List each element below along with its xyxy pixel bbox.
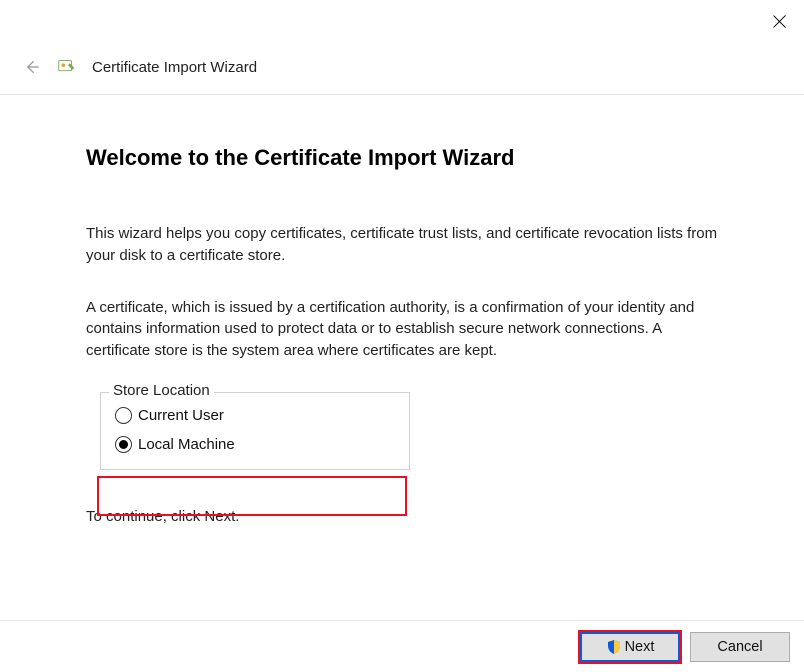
wizard-title: Certificate Import Wizard (92, 59, 257, 76)
shield-icon (606, 639, 622, 655)
next-button-label: Next (625, 639, 655, 655)
radio-current-user[interactable]: Current User (115, 401, 395, 430)
radio-label: Current User (138, 407, 224, 424)
continue-text: To continue, click Next. (86, 508, 718, 525)
back-arrow-icon[interactable] (22, 57, 42, 77)
radio-label: Local Machine (138, 436, 235, 453)
welcome-heading: Welcome to the Certificate Import Wizard (86, 145, 718, 171)
radio-icon (115, 436, 132, 453)
intro-paragraph-2: A certificate, which is issued by a cert… (86, 297, 718, 362)
intro-paragraph-1: This wizard helps you copy certificates,… (86, 223, 718, 267)
radio-local-machine[interactable]: Local Machine (115, 430, 395, 459)
wizard-header: Certificate Import Wizard (0, 44, 804, 95)
cancel-button-label: Cancel (717, 639, 762, 655)
wizard-content: Welcome to the Certificate Import Wizard… (0, 95, 804, 525)
cancel-button[interactable]: Cancel (690, 632, 790, 662)
wizard-footer: Next Cancel (0, 620, 804, 672)
store-location-fieldset: Store Location Current User Local Machin… (100, 392, 410, 470)
titlebar (0, 0, 804, 44)
close-icon[interactable] (770, 12, 790, 32)
certificate-icon (56, 56, 78, 78)
store-location-legend: Store Location (109, 382, 214, 399)
radio-icon (115, 407, 132, 424)
next-button[interactable]: Next (580, 632, 680, 662)
